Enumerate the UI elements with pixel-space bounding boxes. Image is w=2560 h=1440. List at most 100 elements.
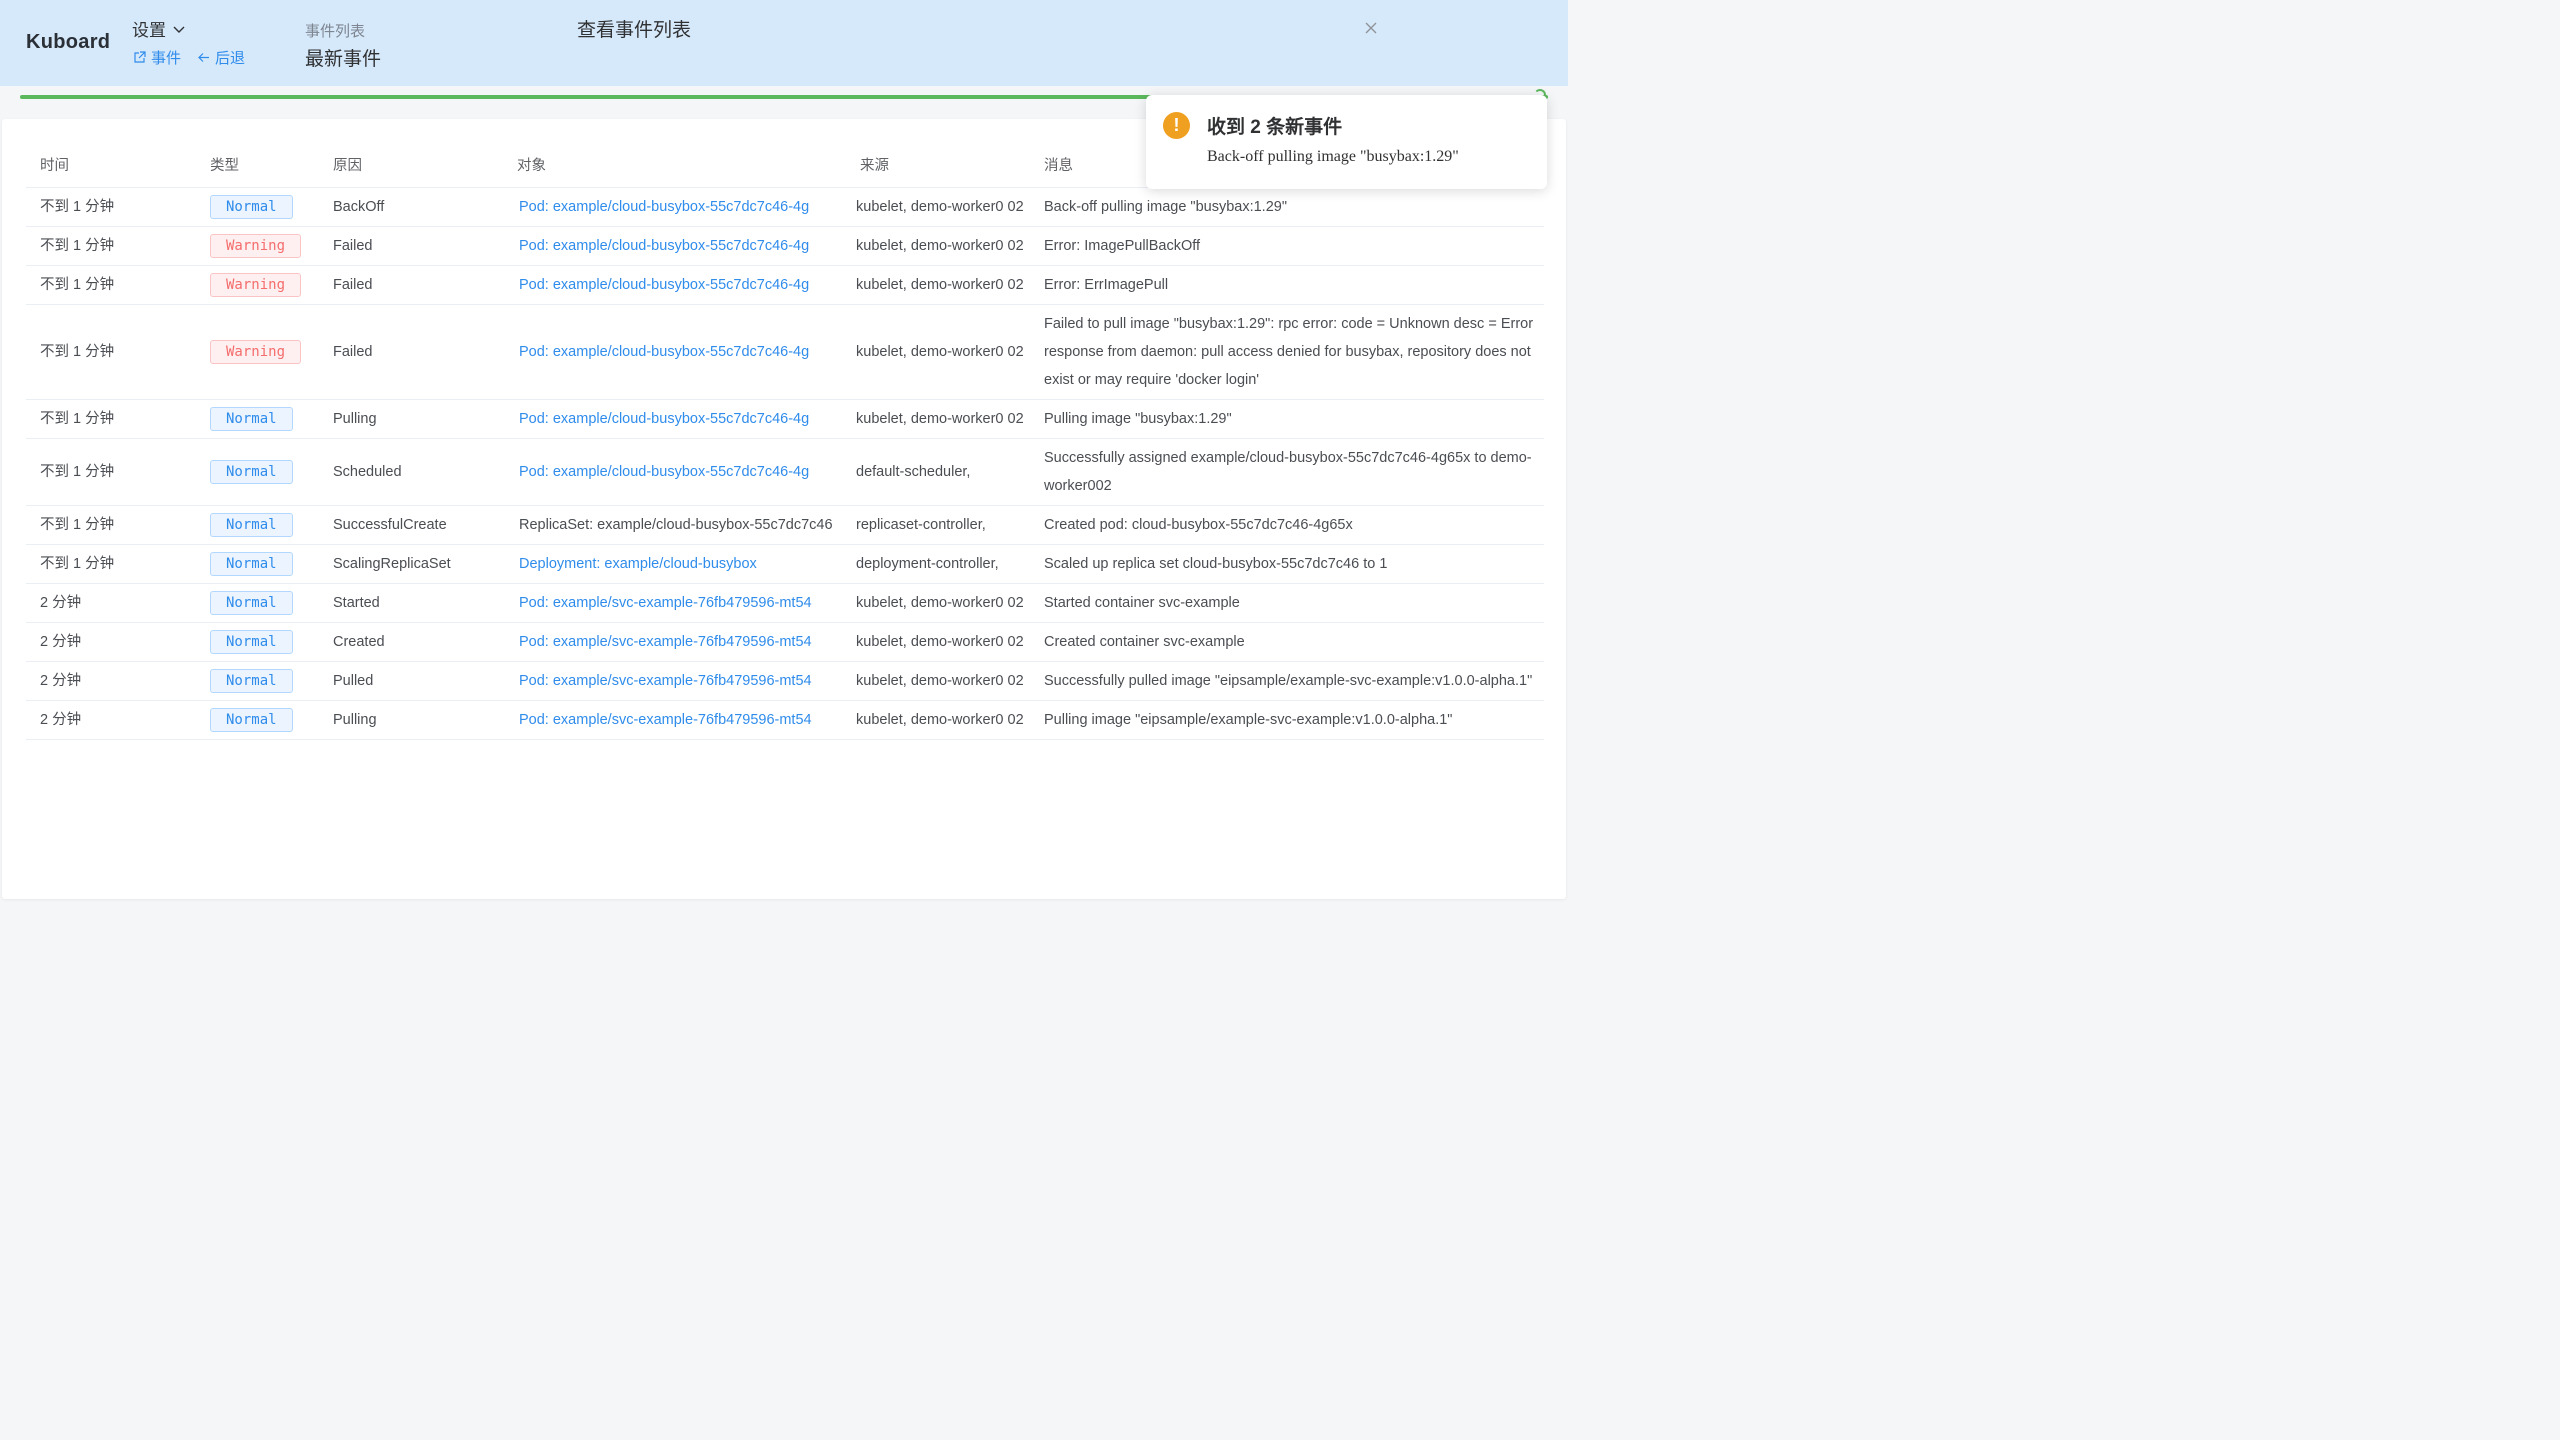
event-type-badge: Normal	[210, 590, 293, 615]
event-message: Pulling image "busybax:1.29"	[1030, 399, 1544, 439]
event-message: Started container svc-example	[1030, 583, 1544, 623]
event-source: kubelet, demo-worker0 02	[846, 304, 1030, 400]
event-time: 2 分钟	[26, 583, 196, 623]
event-object-link: ReplicaSet: example/cloud-busybox-55c7dc…	[503, 505, 846, 545]
settings-label: 设置	[132, 21, 166, 40]
breadcrumb-current: 最新事件	[305, 49, 382, 70]
table-row: 不到 1 分钟 Normal ScalingReplicaSet Deployment…	[26, 544, 1544, 584]
event-type-cell: Normal	[196, 505, 319, 545]
event-type-badge: Normal	[210, 194, 293, 219]
event-source: replicaset-controller,	[846, 505, 1030, 545]
event-message: Created container svc-example	[1030, 622, 1544, 662]
event-type-badge: Normal	[210, 512, 293, 537]
event-object-link[interactable]: Pod: example/svc-example-76fb479596-mt54	[503, 700, 846, 740]
events-link[interactable]: 事件	[133, 47, 181, 68]
arrow-left-icon	[198, 53, 210, 62]
event-message: Created pod: cloud-busybox-55c7dc7c46-4g…	[1030, 505, 1544, 545]
event-type-badge: Normal	[210, 406, 293, 431]
event-object-link[interactable]: Pod: example/svc-example-76fb479596-mt54	[503, 583, 846, 623]
table-row: 2 分钟 Normal Created Pod: example/svc-exampl…	[26, 622, 1544, 662]
event-type-badge: Normal	[210, 629, 293, 654]
table-row: 2 分钟 Normal Started Pod: example/svc-exampl…	[26, 583, 1544, 623]
event-object-link[interactable]: Pod: example/cloud-busybox-55c7dc7c46-4g	[503, 304, 846, 400]
quick-links: 事件 后退	[133, 47, 245, 68]
event-source: default-scheduler,	[846, 438, 1030, 506]
table-body: 不到 1 分钟 Normal BackOff Pod: example/cloud-b…	[26, 187, 1544, 740]
toast-message: Back-off pulling image "busybax:1.29"	[1207, 148, 1459, 165]
event-type-cell: Normal	[196, 438, 319, 506]
event-object-link[interactable]: Pod: example/svc-example-76fb479596-mt54	[503, 622, 846, 662]
event-reason: Created	[319, 622, 503, 662]
event-time: 不到 1 分钟	[26, 265, 196, 305]
event-message: Scaled up replica set cloud-busybox-55c7…	[1030, 544, 1544, 584]
event-type-badge: Warning	[210, 233, 302, 258]
event-source: kubelet, demo-worker0 02	[846, 622, 1030, 662]
event-type-cell: Normal	[196, 544, 319, 584]
event-object-link[interactable]: Pod: example/cloud-busybox-55c7dc7c46-4g	[503, 265, 846, 305]
column-header-source: 来源	[846, 143, 1030, 188]
breadcrumb-parent[interactable]: 事件列表	[305, 20, 365, 41]
settings-dropdown[interactable]: 设置	[132, 16, 186, 41]
event-type-cell: Normal	[196, 583, 319, 623]
events-card: 时间 类型 原因 对象 来源 消息 不到 1 分钟 Normal BackOff Po…	[2, 119, 1566, 899]
event-message: Error: ErrImagePull	[1030, 265, 1544, 305]
event-reason: Failed	[319, 226, 503, 266]
events-table: 时间 类型 原因 对象 来源 消息 不到 1 分钟 Normal BackOff Po…	[26, 143, 1544, 740]
event-source: kubelet, demo-worker0 02	[846, 661, 1030, 701]
event-reason: Pulling	[319, 399, 503, 439]
table-row: 不到 1 分钟 Warning Failed Pod: example/cloud-b…	[26, 226, 1544, 266]
event-time: 不到 1 分钟	[26, 544, 196, 584]
event-object-link[interactable]: Pod: example/svc-example-76fb479596-mt54	[503, 661, 846, 701]
app-logo[interactable]: Kuboard	[26, 31, 110, 54]
event-source: kubelet, demo-worker0 02	[846, 700, 1030, 740]
event-object-link[interactable]: Deployment: example/cloud-busybox	[503, 544, 846, 584]
top-header: Kuboard 设置 事件 后退 事件列表 最新事件 查看事件列表	[0, 0, 1568, 86]
toast-title: 收到 2 条新事件	[1207, 117, 1343, 138]
column-header-type: 类型	[196, 143, 319, 188]
table-row: 2 分钟 Normal Pulled Pod: example/svc-example…	[26, 661, 1544, 701]
event-time: 2 分钟	[26, 700, 196, 740]
event-message: Failed to pull image "busybax:1.29": rpc…	[1030, 304, 1544, 400]
event-time: 不到 1 分钟	[26, 187, 196, 227]
event-type-cell: Warning	[196, 226, 319, 266]
table-row: 不到 1 分钟 Normal Pulling Pod: example/cloud-b…	[26, 399, 1544, 439]
event-message: Successfully pulled image "eipsample/exa…	[1030, 661, 1544, 701]
close-icon[interactable]	[1364, 21, 1378, 35]
event-time: 不到 1 分钟	[26, 505, 196, 545]
back-link[interactable]: 后退	[197, 47, 245, 68]
event-object-link[interactable]: Pod: example/cloud-busybox-55c7dc7c46-4g	[503, 399, 846, 439]
event-type-cell: Warning	[196, 265, 319, 305]
event-type-cell: Normal	[196, 700, 319, 740]
table-row: 不到 1 分钟 Warning Failed Pod: example/cloud-b…	[26, 265, 1544, 305]
event-message: Back-off pulling image "busybax:1.29"	[1030, 187, 1544, 227]
event-type-cell: Normal	[196, 622, 319, 662]
event-type-badge: Normal	[210, 459, 293, 484]
notification-toast: ! 收到 2 条新事件 Back-off pulling image "busy…	[1146, 95, 1547, 189]
event-source: deployment-controller,	[846, 544, 1030, 584]
event-message: Error: ImagePullBackOff	[1030, 226, 1544, 266]
event-source: kubelet, demo-worker0 02	[846, 265, 1030, 305]
event-source: kubelet, demo-worker0 02	[846, 226, 1030, 266]
event-time: 2 分钟	[26, 661, 196, 701]
event-type-badge: Normal	[210, 668, 293, 693]
external-link-icon	[134, 51, 146, 63]
event-reason: BackOff	[319, 187, 503, 227]
event-object-link[interactable]: Pod: example/cloud-busybox-55c7dc7c46-4g	[503, 438, 846, 506]
event-reason: Failed	[319, 304, 503, 400]
column-header-reason: 原因	[319, 143, 503, 188]
table-row: 不到 1 分钟 Normal SuccessfulCreate ReplicaSet:…	[26, 505, 1544, 545]
event-reason: Scheduled	[319, 438, 503, 506]
event-type-cell: Warning	[196, 304, 319, 400]
event-type-badge: Warning	[210, 272, 302, 297]
event-reason: Pulled	[319, 661, 503, 701]
event-source: kubelet, demo-worker0 02	[846, 583, 1030, 623]
back-link-label: 后退	[215, 50, 246, 67]
event-source: kubelet, demo-worker0 02	[846, 399, 1030, 439]
chevron-down-icon	[173, 26, 185, 33]
event-object-link[interactable]: Pod: example/cloud-busybox-55c7dc7c46-4g	[503, 226, 846, 266]
page-title: 查看事件列表	[577, 20, 692, 41]
column-header-object: 对象	[503, 143, 846, 188]
table-row: 不到 1 分钟 Warning Failed Pod: example/cloud-b…	[26, 304, 1544, 400]
event-type-badge: Normal	[210, 707, 293, 732]
event-object-link[interactable]: Pod: example/cloud-busybox-55c7dc7c46-4g	[503, 187, 846, 227]
